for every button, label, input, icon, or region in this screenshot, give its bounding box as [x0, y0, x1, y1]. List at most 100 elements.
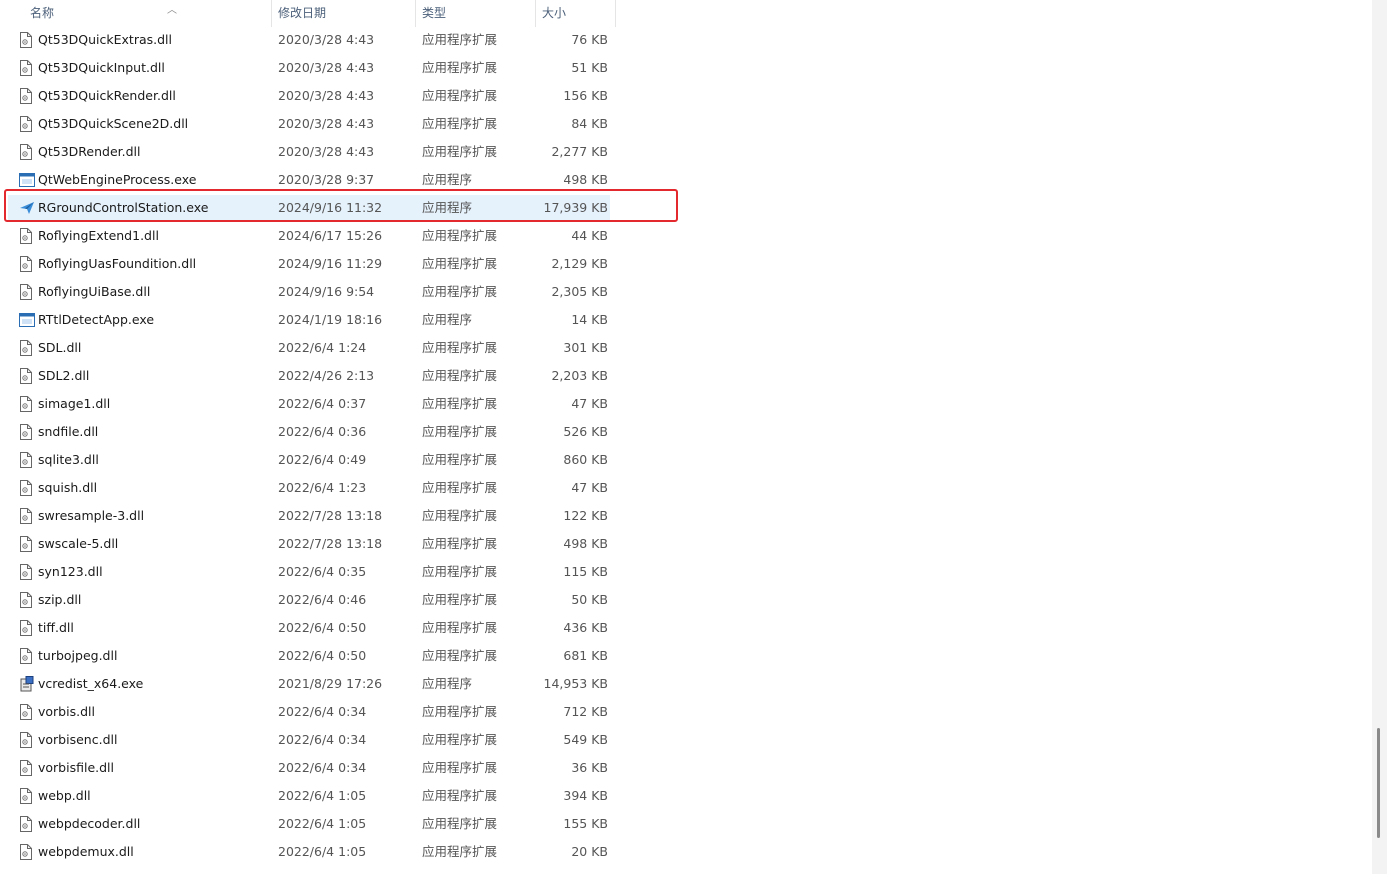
file-size: 2,203 KB	[551, 368, 608, 383]
file-date: 2020/3/28 4:43	[278, 116, 375, 131]
file-row[interactable]: tiff.dll 2022/6/4 0:50 应用程序扩展 436 KB	[8, 615, 610, 641]
dll-file-icon	[19, 704, 33, 720]
file-date: 2022/6/4 1:05	[278, 816, 367, 831]
file-type: 应用程序扩展	[422, 648, 498, 663]
file-name: sqlite3.dll	[38, 452, 99, 467]
file-name: webp.dll	[38, 788, 91, 803]
file-row[interactable]: vcredist_x64.exe 2021/8/29 17:26 应用程序 14,95…	[8, 671, 610, 697]
file-row[interactable]: Qt53DQuickScene2D.dll 2020/3/28 4:43 应用程序扩…	[8, 111, 610, 137]
file-size: 122 KB	[563, 508, 608, 523]
file-type: 应用程序扩展	[422, 116, 498, 131]
dll-file-icon	[19, 32, 33, 48]
file-date: 2020/3/28 4:43	[278, 60, 375, 75]
file-row[interactable]: SDL2.dll 2022/4/26 2:13 应用程序扩展 2,203 KB	[8, 363, 610, 389]
file-name: syn123.dll	[38, 564, 103, 579]
file-row[interactable]: vorbisfile.dll 2022/6/4 0:34 应用程序扩展 36 KB	[8, 755, 610, 781]
column-header-type[interactable]: 类型	[416, 0, 536, 27]
file-row[interactable]: webp.dll 2022/6/4 1:05 应用程序扩展 394 KB	[8, 783, 610, 809]
file-row[interactable]: Qt53DRender.dll 2020/3/28 4:43 应用程序扩展 2,277…	[8, 139, 610, 165]
dll-file-icon	[19, 396, 33, 412]
file-row[interactable]: RGroundControlStation.exe 2024/9/16 11:32…	[8, 195, 610, 221]
file-row[interactable]: Qt53DQuickInput.dll 2020/3/28 4:43 应用程序扩展 5…	[8, 55, 610, 81]
file-date: 2022/6/4 0:34	[278, 704, 367, 719]
file-row[interactable]: RTtlDetectApp.exe 2024/1/19 18:16 应用程序 14 K…	[8, 307, 610, 333]
file-row[interactable]: QtWebEngineProcess.exe 2020/3/28 9:37 应用程序…	[8, 167, 610, 193]
file-row[interactable]: szip.dll 2022/6/4 0:46 应用程序扩展 50 KB	[8, 587, 610, 613]
file-type: 应用程序扩展	[422, 256, 498, 271]
file-row[interactable]: vorbisenc.dll 2022/6/4 0:34 应用程序扩展 549 KB	[8, 727, 610, 753]
file-date: 2022/6/4 1:05	[278, 844, 367, 859]
dll-file-icon	[19, 116, 33, 132]
file-type: 应用程序扩展	[422, 788, 498, 803]
dll-file-icon	[19, 564, 33, 580]
file-size: 84 KB	[571, 116, 608, 131]
exe-file-icon	[19, 172, 35, 188]
file-size: 394 KB	[563, 788, 608, 803]
file-row[interactable]: vorbis.dll 2022/6/4 0:34 应用程序扩展 712 KB	[8, 699, 610, 725]
file-type: 应用程序扩展	[422, 592, 498, 607]
file-row[interactable]: webpdemux.dll 2022/6/4 1:05 应用程序扩展 20 KB	[8, 839, 610, 865]
dll-file-icon	[19, 536, 33, 552]
file-type: 应用程序扩展	[422, 284, 498, 299]
file-date: 2022/6/4 1:23	[278, 480, 367, 495]
file-type: 应用程序扩展	[422, 760, 498, 775]
file-type: 应用程序	[422, 200, 473, 215]
file-type: 应用程序扩展	[422, 88, 498, 103]
file-name: Qt53DQuickExtras.dll	[38, 32, 172, 47]
file-name: sndfile.dll	[38, 424, 99, 439]
dll-file-icon	[19, 424, 33, 440]
dll-file-icon	[19, 508, 33, 524]
file-row[interactable]: sndfile.dll 2022/6/4 0:36 应用程序扩展 526 KB	[8, 419, 610, 445]
file-name: RGroundControlStation.exe	[38, 200, 209, 215]
file-name: swscale-5.dll	[38, 536, 119, 551]
file-row[interactable]: Qt53DQuickRender.dll 2020/3/28 4:43 应用程序扩展…	[8, 83, 610, 109]
file-date: 2022/6/4 1:24	[278, 340, 367, 355]
dll-file-icon	[19, 88, 33, 104]
file-row[interactable]: webpdecoder.dll 2022/6/4 1:05 应用程序扩展 155 KB	[8, 811, 610, 837]
file-size: 14 KB	[571, 312, 608, 327]
dll-file-icon	[19, 844, 33, 860]
file-date: 2024/9/16 11:32	[278, 200, 383, 215]
file-row[interactable]: RoflyingUasFoundition.dll 2024/9/16 11:29…	[8, 251, 610, 277]
file-row[interactable]: SDL.dll 2022/6/4 1:24 应用程序扩展 301 KB	[8, 335, 610, 361]
file-row[interactable]: squish.dll 2022/6/4 1:23 应用程序扩展 47 KB	[8, 475, 610, 501]
file-size: 156 KB	[563, 88, 608, 103]
file-size: 526 KB	[563, 424, 608, 439]
file-date: 2022/6/4 0:37	[278, 396, 367, 411]
file-size: 76 KB	[571, 32, 608, 47]
dll-file-icon	[19, 732, 33, 748]
column-header-date[interactable]: 修改日期	[272, 0, 416, 27]
file-type: 应用程序	[422, 172, 473, 187]
file-size: 712 KB	[563, 704, 608, 719]
file-name: webpdemux.dll	[38, 844, 134, 859]
file-size: 2,277 KB	[551, 144, 608, 159]
file-date: 2024/9/16 9:54	[278, 284, 375, 299]
file-row[interactable]: RoflyingUiBase.dll 2024/9/16 9:54 应用程序扩展 2,…	[8, 279, 610, 305]
file-name: SDL2.dll	[38, 368, 90, 383]
file-row[interactable]: swresample-3.dll 2022/7/28 13:18 应用程序扩展 122…	[8, 503, 610, 529]
file-type: 应用程序扩展	[422, 368, 498, 383]
file-row[interactable]: Qt53DQuickExtras.dll 2020/3/28 4:43 应用程序扩展…	[8, 27, 610, 53]
file-row[interactable]: simage1.dll 2022/6/4 0:37 应用程序扩展 47 KB	[8, 391, 610, 417]
file-name: RTtlDetectApp.exe	[38, 312, 155, 327]
file-row[interactable]: RoflyingExtend1.dll 2024/6/17 15:26 应用程序扩展…	[8, 223, 610, 249]
file-size: 50 KB	[571, 592, 608, 607]
file-type: 应用程序扩展	[422, 536, 498, 551]
column-header-name[interactable]: 名称 ︿	[24, 0, 272, 27]
file-row[interactable]: swscale-5.dll 2022/7/28 13:18 应用程序扩展 498 KB	[8, 531, 610, 557]
dll-file-icon	[19, 816, 33, 832]
scrollbar-thumb[interactable]	[1377, 728, 1380, 838]
file-name: Qt53DQuickScene2D.dll	[38, 116, 189, 131]
file-date: 2022/6/4 0:46	[278, 592, 367, 607]
file-row[interactable]: sqlite3.dll 2022/6/4 0:49 应用程序扩展 860 KB	[8, 447, 610, 473]
file-type: 应用程序扩展	[422, 704, 498, 719]
column-header-size[interactable]: 大小	[536, 0, 616, 27]
app-plane-icon	[19, 200, 34, 216]
file-type: 应用程序扩展	[422, 452, 498, 467]
file-row[interactable]: syn123.dll 2022/6/4 0:35 应用程序扩展 115 KB	[8, 559, 610, 585]
file-row[interactable]: turbojpeg.dll 2022/6/4 0:50 应用程序扩展 681 KB	[8, 643, 610, 669]
exe-file-icon	[19, 312, 35, 328]
file-date: 2020/3/28 4:43	[278, 32, 375, 47]
dll-file-icon	[19, 592, 33, 608]
file-name: Qt53DQuickRender.dll	[38, 88, 176, 103]
